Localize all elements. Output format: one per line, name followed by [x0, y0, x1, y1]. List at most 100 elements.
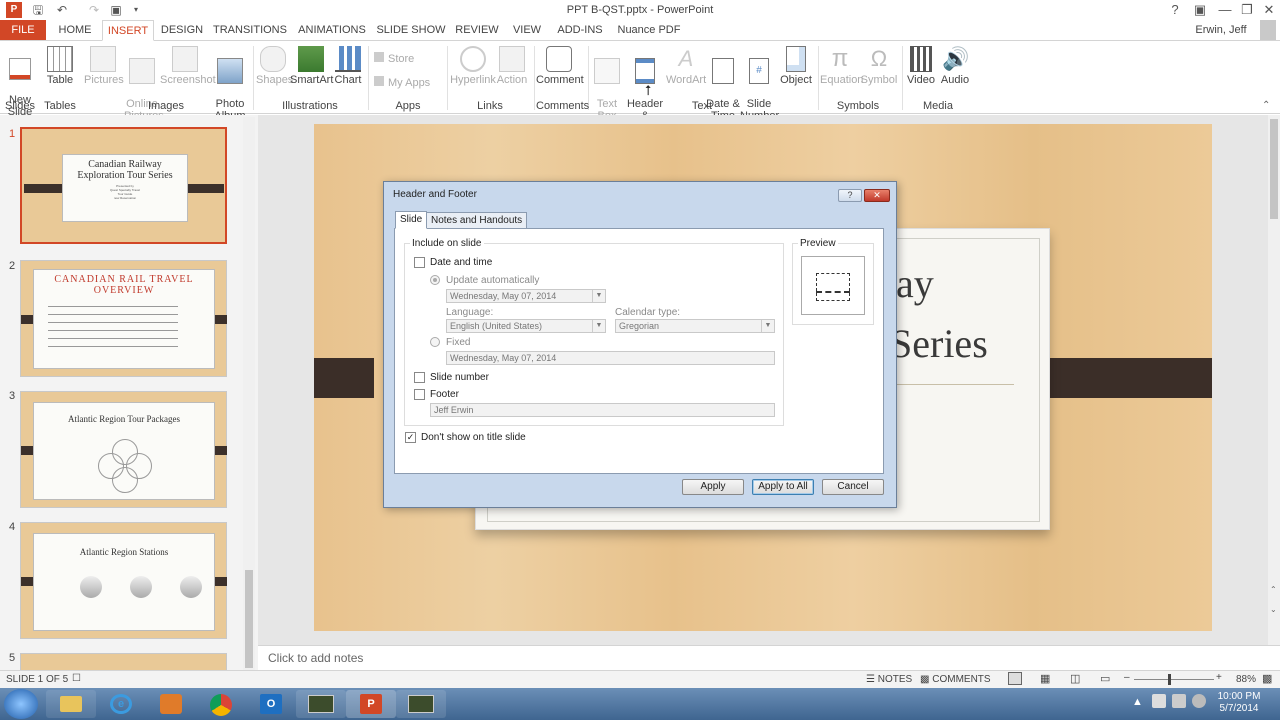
slide-scroll-thumb[interactable]: [1270, 119, 1278, 219]
zoom-level[interactable]: 88%: [1236, 674, 1256, 685]
slide-show-icon[interactable]: ▭: [1100, 672, 1110, 685]
collapse-ribbon-icon[interactable]: ⌃: [1262, 100, 1270, 111]
action-button[interactable]: Action: [496, 46, 528, 86]
slide-thumbnail-4[interactable]: Atlantic Region Stations: [20, 522, 227, 639]
dialog-help-button[interactable]: ?: [838, 189, 862, 202]
dialog-close-button[interactable]: ✕: [864, 189, 890, 202]
comment-button[interactable]: Comment: [536, 46, 584, 86]
text-box-button[interactable]: Text Box: [592, 46, 622, 122]
slide-scrollbar[interactable]: ⌃ ⌄: [1268, 115, 1280, 645]
fixed-date-field[interactable]: Wednesday, May 07, 2014: [446, 351, 775, 365]
group-label-text: Text: [691, 100, 713, 112]
screenshot-button[interactable]: Screenshot: [160, 46, 216, 86]
start-button[interactable]: [4, 689, 38, 719]
spell-check-icon[interactable]: ☐: [72, 673, 81, 684]
app-taskbar-button[interactable]: [296, 690, 346, 718]
language-select[interactable]: English (United States) ▼: [446, 319, 606, 333]
tab-view[interactable]: VIEW: [508, 20, 546, 41]
thumbnails-scroll-thumb[interactable]: [245, 570, 253, 668]
tab-design[interactable]: DESIGN: [158, 20, 206, 41]
footer-text-field[interactable]: Jeff Erwin: [430, 403, 775, 417]
normal-view-icon[interactable]: [1008, 672, 1022, 685]
chrome-taskbar-button[interactable]: [196, 690, 246, 718]
symbol-button[interactable]: Ω Symbol: [860, 46, 898, 86]
update-automatically-radio[interactable]: [430, 275, 440, 285]
my-apps-button[interactable]: My Apps: [374, 76, 444, 89]
explorer-taskbar-button[interactable]: [46, 690, 96, 718]
footer-checkbox[interactable]: [414, 389, 425, 400]
zoom-in-icon[interactable]: +: [1216, 672, 1222, 683]
user-avatar[interactable]: [1260, 20, 1276, 40]
slide-number-button[interactable]: # Slide Number: [740, 46, 779, 122]
slide-number-checkbox[interactable]: [414, 372, 425, 383]
slide-title-line-2[interactable]: Series: [890, 320, 988, 367]
fixed-radio[interactable]: [430, 337, 440, 347]
hyperlink-button[interactable]: Hyperlink: [450, 46, 496, 86]
dont-show-title-checkbox[interactable]: ✓: [405, 432, 416, 443]
equation-button[interactable]: π Equation: [820, 46, 863, 87]
audio-button[interactable]: 🔊 Audio: [938, 46, 972, 86]
thumbnails-scrollbar[interactable]: [243, 117, 255, 670]
tab-home[interactable]: HOME: [52, 20, 98, 41]
slide-thumbnail-3[interactable]: Atlantic Region Tour Packages: [20, 391, 227, 508]
header-footer-icon: [635, 58, 655, 84]
thumbnail-venn-diagram: [98, 439, 152, 493]
thumbnail-number: 2: [9, 260, 16, 272]
tab-file[interactable]: FILE: [0, 20, 46, 41]
zoom-out-icon[interactable]: –: [1124, 672, 1130, 683]
ie-taskbar-button[interactable]: e: [96, 690, 146, 718]
tray-expand-icon[interactable]: ▲: [1132, 696, 1143, 708]
slide-thumbnail-5[interactable]: [20, 653, 227, 670]
notes-pane[interactable]: Click to add notes: [258, 645, 1280, 670]
tray-icon[interactable]: [1152, 694, 1166, 708]
media-taskbar-button[interactable]: [146, 690, 196, 718]
store-button[interactable]: Store: [374, 52, 434, 65]
apply-to-all-button[interactable]: Apply to All: [752, 479, 814, 495]
wordart-button[interactable]: A WordArt: [666, 46, 706, 86]
smartart-button[interactable]: SmartArt: [290, 46, 333, 86]
notes-placeholder[interactable]: Click to add notes: [268, 651, 363, 665]
chart-button[interactable]: Chart: [333, 46, 363, 86]
tab-slide-show[interactable]: SLIDE SHOW: [376, 20, 446, 41]
date-time-checkbox[interactable]: [414, 257, 425, 268]
network-icon[interactable]: [1172, 694, 1186, 708]
shapes-button[interactable]: Shapes: [256, 46, 293, 86]
slide-sorter-icon[interactable]: ▦: [1040, 672, 1050, 685]
next-slide-icon[interactable]: ⌄: [1270, 605, 1277, 614]
chart-icon: [335, 46, 361, 72]
photo-album-button[interactable]: Photo Album: [212, 46, 248, 122]
slide-thumbnail-2[interactable]: CANADIAN RAIL TRAVEL OVERVIEW: [20, 260, 227, 377]
cancel-button[interactable]: Cancel: [822, 479, 884, 495]
powerpoint-taskbar-button[interactable]: P: [346, 690, 396, 718]
calendar-type-select[interactable]: Gregorian ▼: [615, 319, 775, 333]
zoom-slider[interactable]: [1134, 679, 1214, 680]
reading-view-icon[interactable]: ◫: [1070, 672, 1080, 685]
app2-taskbar-button[interactable]: [396, 690, 446, 718]
slide-title-line-1[interactable]: ay: [896, 260, 934, 307]
table-button[interactable]: Table: [44, 46, 76, 86]
outlook-taskbar-button[interactable]: O: [246, 690, 296, 718]
date-format-select[interactable]: Wednesday, May 07, 2014 ▼: [446, 289, 606, 303]
pictures-button[interactable]: Pictures: [84, 46, 124, 86]
user-name[interactable]: Erwin, Jeff: [1186, 20, 1256, 41]
close-icon[interactable]: ✕: [1254, 0, 1280, 20]
tab-review[interactable]: REVIEW: [452, 20, 502, 41]
tab-transitions[interactable]: TRANSITIONS: [212, 20, 288, 41]
zoom-slider-thumb[interactable]: [1168, 674, 1171, 685]
video-button[interactable]: Video: [904, 46, 938, 86]
tab-animations[interactable]: ANIMATIONS: [294, 20, 370, 41]
notes-toggle[interactable]: ☰ NOTES: [866, 674, 912, 685]
clock[interactable]: 10:00 PM 5/7/2014: [1214, 691, 1264, 715]
tab-slide[interactable]: Slide: [395, 211, 428, 229]
slide-thumbnail-1[interactable]: Canadian Railway Exploration Tour Series…: [20, 127, 227, 244]
previous-slide-icon[interactable]: ⌃: [1270, 585, 1277, 594]
tab-nuance-pdf[interactable]: Nuance PDF: [614, 20, 684, 41]
fit-slide-icon[interactable]: ▩: [1262, 672, 1272, 685]
object-button[interactable]: Object: [778, 46, 814, 86]
volume-icon[interactable]: [1192, 694, 1206, 708]
tab-insert[interactable]: INSERT: [102, 20, 154, 41]
comments-toggle[interactable]: ▩ COMMENTS: [920, 674, 991, 685]
tab-add-ins[interactable]: ADD-INS: [552, 20, 608, 41]
store-icon: [374, 52, 384, 62]
apply-button[interactable]: Apply: [682, 479, 744, 495]
